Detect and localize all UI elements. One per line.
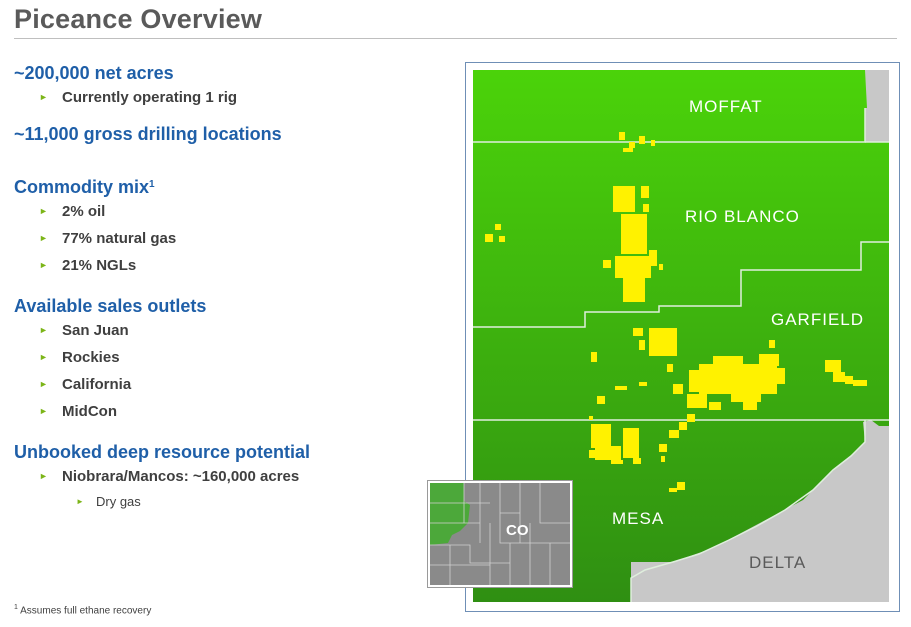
list-subitem: ► Dry gas bbox=[14, 490, 454, 514]
section-sales-outlets: Available sales outlets ► San Juan ► Rocki… bbox=[14, 295, 454, 425]
section-heading: ~11,000 gross drilling locations bbox=[14, 124, 282, 144]
section-heading: Unbooked deep resource potential bbox=[14, 442, 311, 462]
section-heading: ~200,000 net acres bbox=[14, 63, 174, 83]
county-label-mesa: MESA bbox=[612, 509, 664, 528]
list-item: ► Currently operating 1 rig bbox=[14, 84, 454, 111]
section-deep-resource: Unbooked deep resource potential ► Niobra… bbox=[14, 441, 454, 514]
list-item: ► California bbox=[14, 371, 454, 398]
footnote: 1 Assumes full ethane recovery bbox=[14, 604, 152, 617]
inset-state-label: CO bbox=[506, 522, 529, 539]
section-commodity-mix: Commodity mix1 ► 2% oil ► 77% natural gas … bbox=[14, 176, 454, 279]
neighbor-area-north bbox=[865, 70, 889, 142]
list-item: ► Niobrara/Mancos: ~160,000 acres bbox=[14, 463, 454, 490]
page-title: Piceance Overview bbox=[14, 4, 263, 34]
section-heading: Commodity mix1 bbox=[14, 177, 155, 197]
list-item: ► San Juan bbox=[14, 317, 454, 344]
bullet-icon: ► bbox=[39, 92, 48, 102]
bullet-icon: ► bbox=[39, 233, 48, 243]
bullet-icon: ► bbox=[39, 406, 48, 416]
section-net-acres: ~200,000 net acres ► Currently operating … bbox=[14, 62, 454, 111]
section-drilling-locations: ~11,000 gross drilling locations bbox=[14, 123, 454, 145]
bullet-icon: ► bbox=[39, 352, 48, 362]
list-item: ► 2% oil bbox=[14, 198, 454, 225]
bullet-icon: ► bbox=[76, 497, 84, 506]
overview-list: ~200,000 net acres ► Currently operating … bbox=[14, 62, 454, 514]
bullet-icon: ► bbox=[39, 379, 48, 389]
list-item: ► MidCon bbox=[14, 398, 454, 425]
bullet-icon: ► bbox=[39, 206, 48, 216]
county-label-delta: DELTA bbox=[749, 553, 806, 572]
colorado-inset-map: CO bbox=[428, 481, 572, 587]
list-item: ► 21% NGLs bbox=[14, 252, 454, 279]
list-item: ► 77% natural gas bbox=[14, 225, 454, 252]
county-label-rio-blanco: RIO BLANCO bbox=[685, 207, 800, 226]
section-heading: Available sales outlets bbox=[14, 296, 207, 316]
bullet-icon: ► bbox=[39, 325, 48, 335]
county-label-garfield: GARFIELD bbox=[771, 310, 864, 329]
bullet-icon: ► bbox=[39, 471, 48, 481]
title-divider bbox=[14, 38, 897, 39]
colorado-inset-svg: CO bbox=[430, 483, 570, 585]
footnote-marker: 1 bbox=[149, 179, 155, 190]
bullet-icon: ► bbox=[39, 260, 48, 270]
county-label-moffat: MOFFAT bbox=[689, 97, 763, 116]
list-item: ► Rockies bbox=[14, 344, 454, 371]
